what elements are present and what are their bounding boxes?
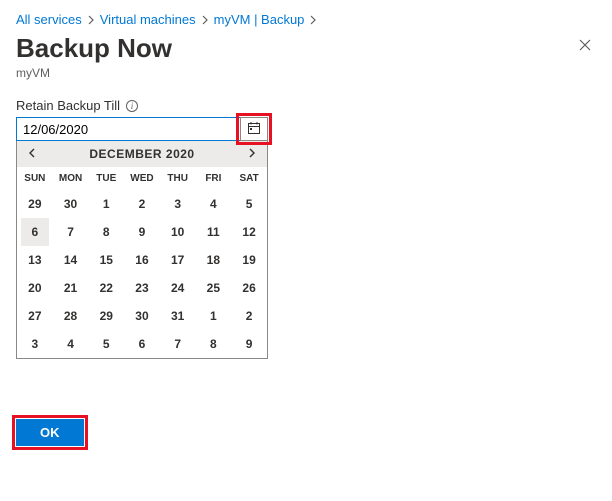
calendar-month-label: DECEMBER 2020 — [89, 147, 194, 161]
calendar-day[interactable]: 6 — [128, 330, 156, 358]
chevron-right-icon — [247, 147, 257, 161]
calendar-day[interactable]: 11 — [199, 218, 227, 246]
close-icon — [578, 36, 592, 56]
chevron-right-icon — [86, 15, 96, 25]
calendar-day[interactable]: 16 — [128, 246, 156, 274]
calendar-day[interactable]: 1 — [199, 302, 227, 330]
calendar-dow: TUE — [88, 167, 124, 190]
calendar-next-month-button[interactable] — [243, 145, 261, 163]
breadcrumb-link-all-services[interactable]: All services — [16, 12, 82, 27]
calendar-dow-row: SUN MON TUE WED THU FRI SAT — [17, 167, 267, 190]
calendar-day[interactable]: 19 — [235, 246, 263, 274]
calendar-week-row: 3456789 — [17, 330, 267, 358]
date-picker-calendar: DECEMBER 2020 SUN MON TUE WED THU FRI SA… — [16, 140, 268, 359]
calendar-dow: MON — [53, 167, 89, 190]
calendar-week-row: 6789 1011 12 — [17, 218, 267, 246]
calendar-day[interactable]: 20 — [21, 274, 49, 302]
calendar-day[interactable]: 5 — [235, 190, 263, 218]
calendar-day[interactable]: 29 — [21, 190, 49, 218]
calendar-day[interactable]: 23 — [128, 274, 156, 302]
calendar-dow: WED — [124, 167, 160, 190]
breadcrumb-link-virtual-machines[interactable]: Virtual machines — [100, 12, 196, 27]
calendar-day[interactable]: 21 — [57, 274, 85, 302]
calendar-dow: FRI — [196, 167, 232, 190]
calendar-day[interactable]: 30 — [128, 302, 156, 330]
info-icon[interactable]: i — [126, 100, 138, 112]
calendar-day[interactable]: 2 — [235, 302, 263, 330]
calendar-day[interactable]: 4 — [199, 190, 227, 218]
chevron-right-icon — [200, 15, 210, 25]
calendar-day[interactable]: 3 — [21, 330, 49, 358]
calendar-day[interactable]: 2 — [128, 190, 156, 218]
calendar-dow: SUN — [17, 167, 53, 190]
calendar-day[interactable]: 3 — [164, 190, 192, 218]
calendar-day[interactable]: 28 — [57, 302, 85, 330]
calendar-day[interactable]: 30 — [57, 190, 85, 218]
calendar-day[interactable]: 1 — [92, 190, 120, 218]
calendar-day[interactable]: 13 — [21, 246, 49, 274]
calendar-day[interactable]: 27 — [21, 302, 49, 330]
calendar-day[interactable]: 9 — [128, 218, 156, 246]
calendar-day[interactable]: 17 — [164, 246, 192, 274]
page-title: Backup Now — [16, 33, 172, 64]
calendar-week-row: 27 2829 30 3112 — [17, 302, 267, 330]
calendar-day[interactable]: 26 — [235, 274, 263, 302]
calendar-day[interactable]: 8 — [92, 218, 120, 246]
chevron-right-icon — [308, 15, 318, 25]
ok-button[interactable]: OK — [16, 419, 84, 446]
calendar-day[interactable]: 12 — [235, 218, 263, 246]
calendar-day[interactable]: 31 — [164, 302, 192, 330]
calendar-day[interactable]: 15 — [92, 246, 120, 274]
calendar-week-row: 20 2122 23 2425 26 — [17, 274, 267, 302]
calendar-day[interactable]: 7 — [57, 218, 85, 246]
calendar-day[interactable]: 29 — [92, 302, 120, 330]
calendar-day[interactable]: 6 — [21, 218, 49, 246]
calendar-prev-month-button[interactable] — [23, 145, 41, 163]
calendar-day[interactable]: 10 — [164, 218, 192, 246]
retain-backup-date-input[interactable] — [16, 117, 240, 141]
breadcrumb-link-myvm-backup[interactable]: myVM | Backup — [214, 12, 305, 27]
calendar-week-row: 29 3012345 — [17, 190, 267, 218]
calendar-toggle-button[interactable] — [240, 117, 268, 141]
calendar-day[interactable]: 9 — [235, 330, 263, 358]
retain-backup-label: Retain Backup Till — [16, 98, 120, 113]
calendar-day[interactable]: 4 — [57, 330, 85, 358]
calendar-icon — [247, 121, 261, 138]
calendar-day[interactable]: 8 — [199, 330, 227, 358]
calendar-day[interactable]: 25 — [199, 274, 227, 302]
chevron-left-icon — [27, 147, 37, 161]
calendar-dow: THU — [160, 167, 196, 190]
calendar-day[interactable]: 18 — [199, 246, 227, 274]
calendar-day[interactable]: 14 — [57, 246, 85, 274]
calendar-week-row: 13 1415 16 1718 19 — [17, 246, 267, 274]
calendar-dow: SAT — [231, 167, 267, 190]
page-subtitle: myVM — [16, 66, 172, 80]
calendar-day[interactable]: 5 — [92, 330, 120, 358]
calendar-day[interactable]: 7 — [164, 330, 192, 358]
calendar-day[interactable]: 24 — [164, 274, 192, 302]
close-button[interactable] — [574, 33, 596, 59]
calendar-day[interactable]: 22 — [92, 274, 120, 302]
breadcrumb: All services Virtual machines myVM | Bac… — [16, 12, 596, 27]
